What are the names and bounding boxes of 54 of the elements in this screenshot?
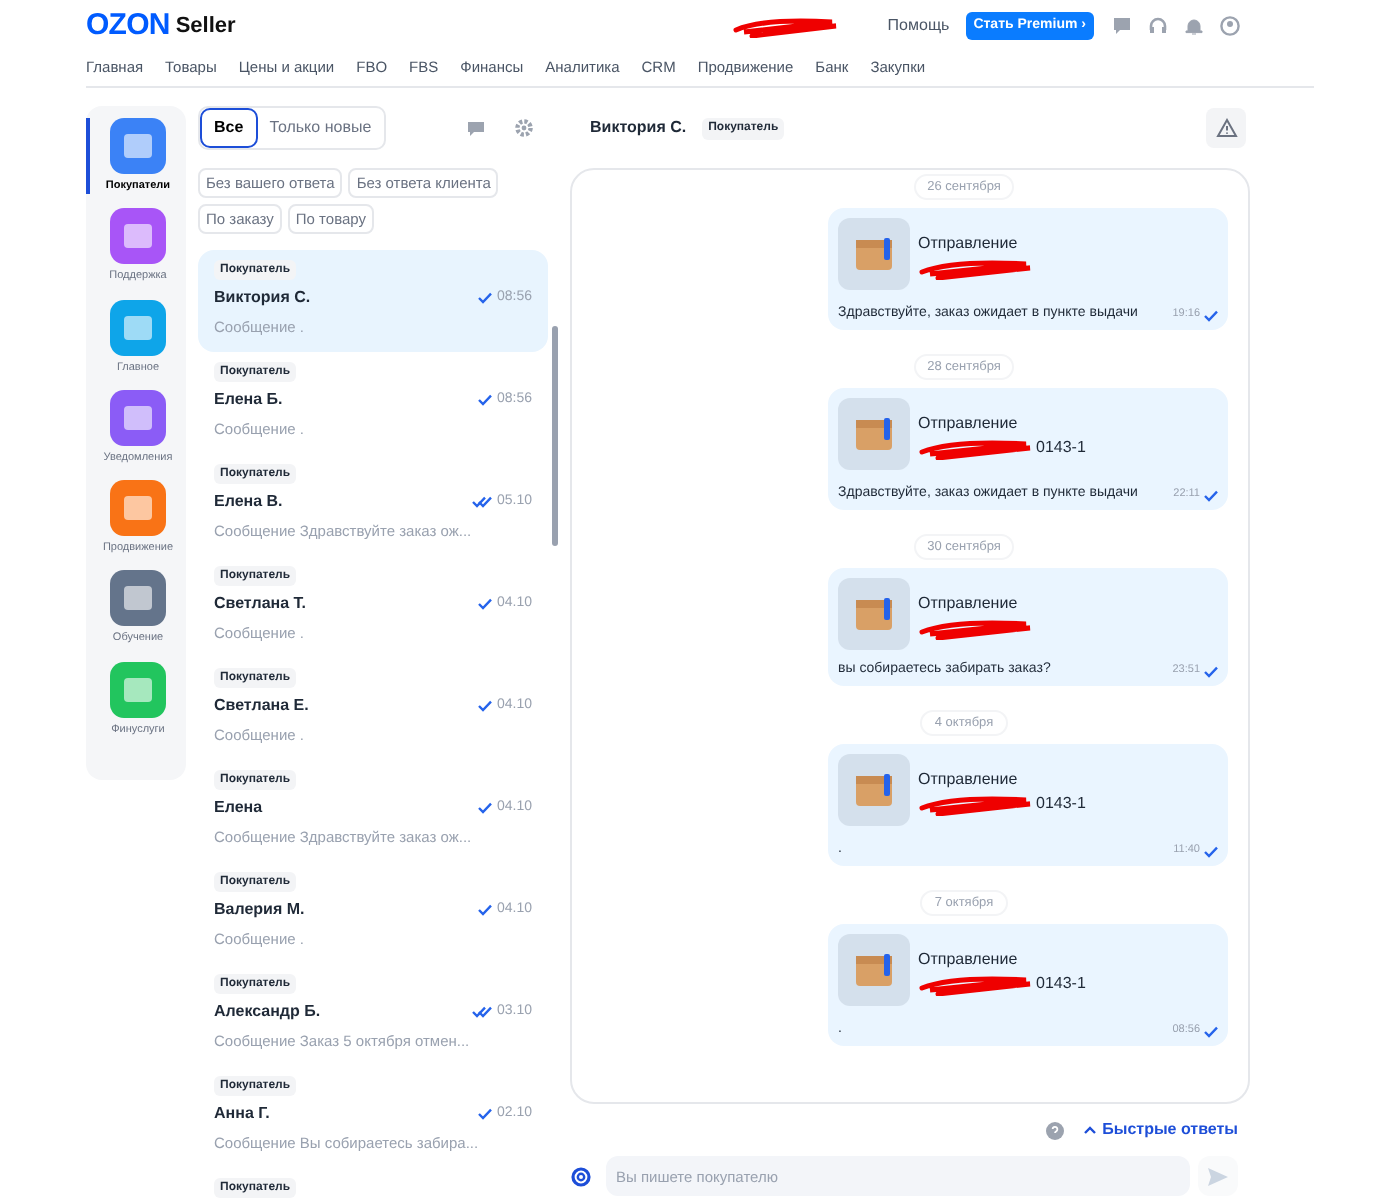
- contact-name: Елена В.: [214, 492, 283, 512]
- logo-suffix: Seller: [175, 11, 236, 42]
- contact-name: Светлана Е.: [214, 696, 309, 716]
- check-icon: [1204, 310, 1218, 322]
- redaction-scribble: [918, 616, 1034, 640]
- send-button[interactable]: [1198, 1156, 1238, 1196]
- chat-icon[interactable]: [1112, 16, 1132, 36]
- package-icon: [838, 934, 910, 1006]
- contact-name: Виктория С.: [590, 116, 687, 140]
- check-icon: [1204, 490, 1218, 502]
- contact-name: Валерия М.: [214, 900, 305, 920]
- shipment-title: Отправление: [918, 592, 1020, 616]
- contact-name: Елена Б.: [214, 390, 283, 410]
- filter-tab[interactable]: Только новые: [257, 108, 384, 148]
- logo[interactable]: OZON: [86, 3, 170, 49]
- shipment-title: Отправление: [918, 412, 1020, 436]
- contact-name: Александр Б.: [214, 1002, 321, 1022]
- shipment-title: Отправление: [918, 948, 1020, 972]
- attach-icon[interactable]: [570, 1165, 592, 1187]
- shipment-title: Отправление: [918, 768, 1020, 792]
- check-icon: [1204, 1026, 1218, 1038]
- shipment-title: Отправление: [918, 232, 1020, 256]
- shipment-number: 0143-1: [1036, 972, 1086, 996]
- scrollbar[interactable]: [552, 326, 558, 546]
- redaction-scribble: [918, 256, 1034, 280]
- package-icon: [838, 218, 910, 290]
- contact-name: Елена: [214, 798, 263, 818]
- package-icon: [838, 754, 910, 826]
- contact-name: Анна Г.: [214, 1104, 270, 1124]
- contact-name: Светлана Т.: [214, 594, 306, 614]
- warning-icon: [1215, 118, 1237, 138]
- redaction-scribble: [918, 792, 1034, 816]
- check-icon: [1204, 846, 1218, 858]
- quick-replies-button[interactable]: Быстрые ответы: [1084, 1118, 1238, 1142]
- redaction-scribble: [918, 972, 1034, 996]
- shipment-number: 0143-1: [1036, 436, 1086, 460]
- chat-icon[interactable]: [466, 119, 486, 137]
- check-icon: [1204, 666, 1218, 678]
- package-icon: [838, 398, 910, 470]
- redaction-scribble: [918, 436, 1034, 460]
- report-button[interactable]: [1206, 108, 1246, 148]
- filter-tab[interactable]: Все: [200, 108, 258, 148]
- contact-name: Виктория С.: [214, 288, 311, 308]
- headset-icon[interactable]: [1148, 16, 1168, 36]
- package-icon: [838, 578, 910, 650]
- shipment-number: 0143-1: [1036, 792, 1086, 816]
- settings-icon[interactable]: [514, 118, 534, 138]
- send-icon: [1208, 1167, 1228, 1185]
- help-icon[interactable]: [1046, 1121, 1065, 1139]
- profile-icon[interactable]: [1220, 16, 1240, 36]
- redaction-scribble: [731, 14, 840, 38]
- bell-icon[interactable]: [1184, 16, 1204, 36]
- chevron-up-icon: [1084, 1126, 1097, 1134]
- help-link[interactable]: Помощь: [887, 14, 950, 38]
